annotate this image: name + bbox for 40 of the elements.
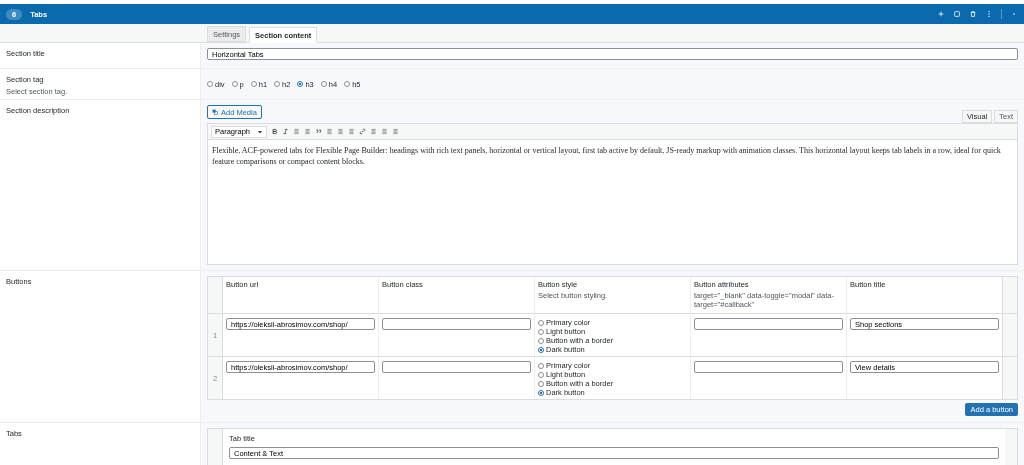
radio-button[interactable] (538, 389, 544, 396)
toolbar-icon[interactable] (348, 128, 355, 135)
collapse-icon[interactable] (1010, 10, 1018, 18)
attributes-field[interactable] (694, 361, 843, 373)
toolbar-icon[interactable] (304, 128, 311, 135)
radio-button[interactable] (538, 346, 544, 353)
radio-button[interactable] (538, 380, 544, 387)
toolbar-icon[interactable] (370, 128, 377, 135)
class-field[interactable] (382, 361, 531, 373)
toolbar-icon[interactable] (392, 128, 399, 135)
radio-button[interactable] (320, 81, 327, 87)
toolbar-icon[interactable] (337, 128, 344, 135)
toolbar-icon[interactable] (293, 128, 300, 135)
attributes-field[interactable] (694, 318, 843, 330)
link-icon[interactable] (359, 128, 366, 135)
toolbar-icon[interactable] (326, 128, 333, 135)
radio-button[interactable] (538, 337, 544, 344)
caret-icon (257, 128, 263, 135)
add-icon[interactable] (937, 10, 945, 18)
more-icon[interactable] (985, 10, 993, 18)
radio-button[interactable] (274, 81, 281, 87)
bold-icon[interactable] (271, 128, 278, 135)
radio-button[interactable] (344, 81, 351, 87)
radio-button[interactable] (207, 81, 213, 87)
italic-icon[interactable] (282, 128, 289, 135)
editor-text[interactable]: Flexible, ACF-powered tabs for Flexible Page Builder: headings with rich text panels, horizontal or vertical layout, first tab active by default, JS-ready markup with animation classes. This horizontal layout keeps tab labels in a row, ideal for quick feature comparisons or compact content blocks. (212, 145, 1013, 167)
radio-button[interactable] (538, 328, 544, 335)
radio-button[interactable] (297, 81, 304, 87)
toolbar-icon[interactable] (381, 128, 388, 135)
radio-button[interactable] (250, 81, 257, 87)
trash-icon[interactable] (969, 10, 977, 18)
row-handle[interactable] (208, 429, 223, 465)
class-field[interactable] (382, 318, 531, 330)
radio-button[interactable] (538, 362, 544, 369)
radio-button[interactable] (538, 319, 544, 326)
radio-button[interactable] (231, 81, 238, 87)
media-icon (212, 109, 218, 115)
toolbar-icon[interactable] (315, 128, 322, 135)
duplicate-icon[interactable] (953, 10, 961, 18)
radio-button[interactable] (538, 371, 544, 378)
